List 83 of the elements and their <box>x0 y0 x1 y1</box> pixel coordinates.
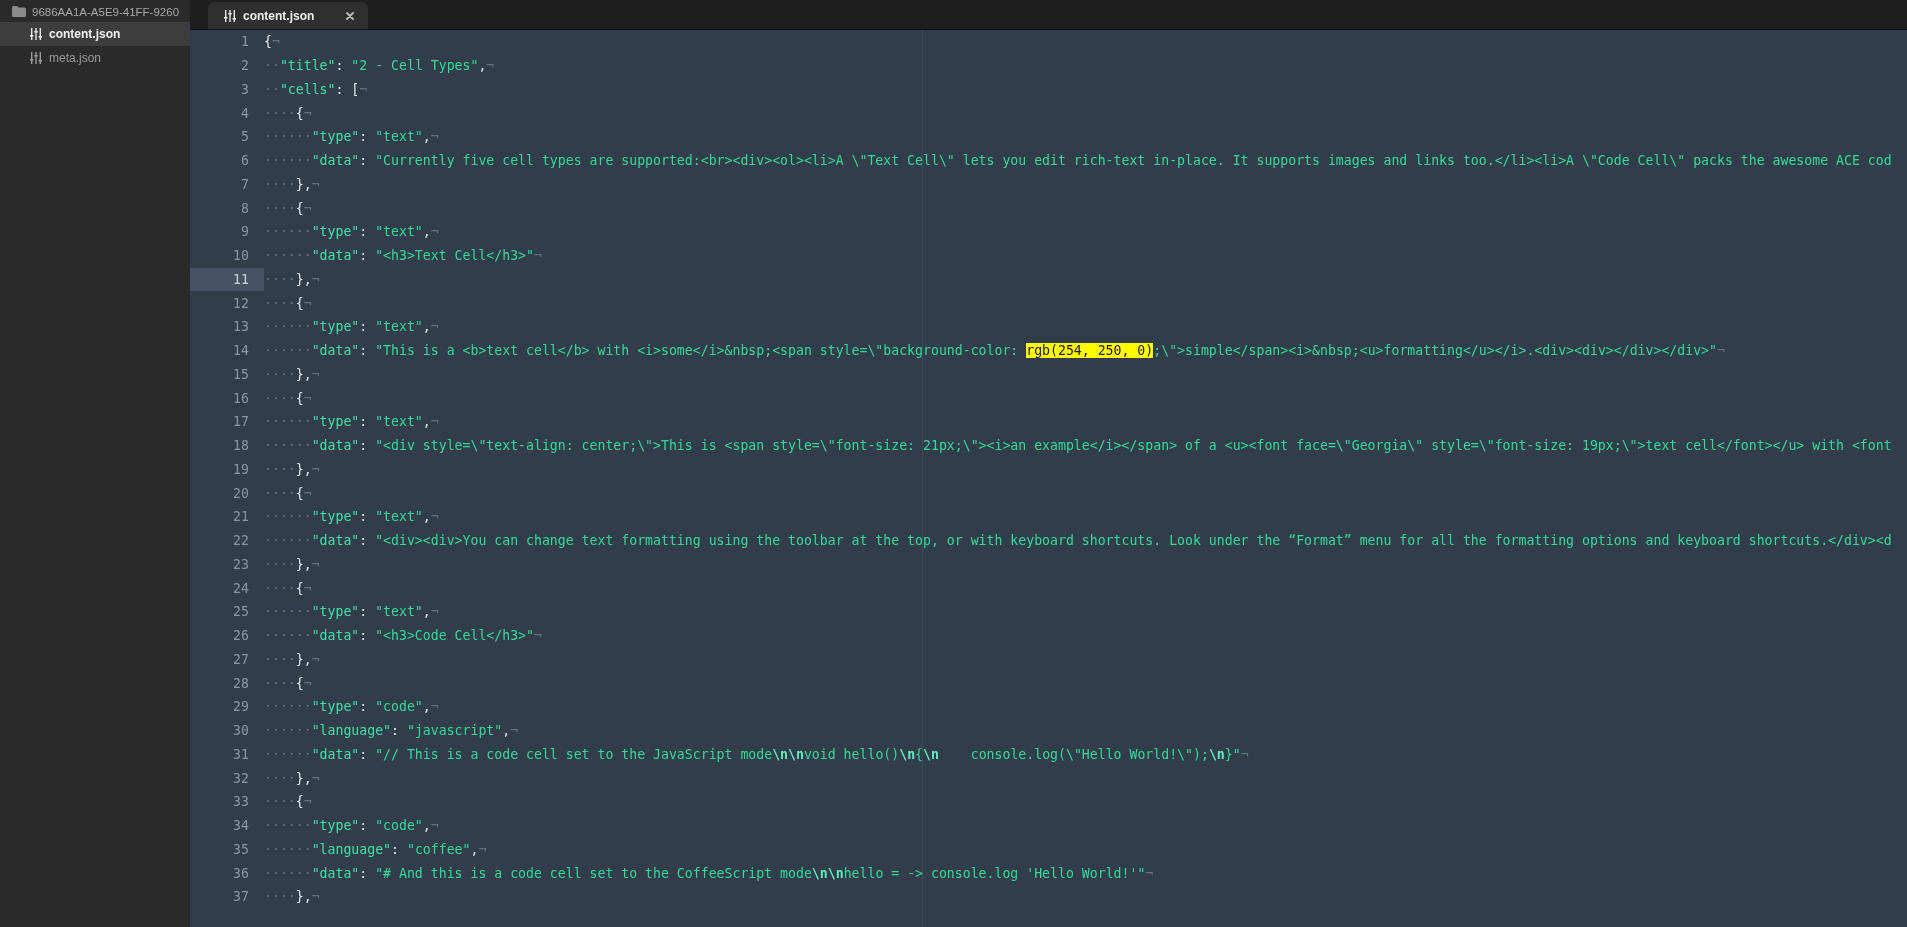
code-line: ····{¬ <box>264 794 312 810</box>
code-line: ······"language": "javascript",¬ <box>264 723 519 739</box>
line-number: 5 <box>240 128 250 147</box>
line-number: 10 <box>232 247 250 266</box>
line-number: 27 <box>232 650 250 669</box>
sliders-icon <box>30 52 42 64</box>
code-line: ····},¬ <box>264 271 320 287</box>
code-line: ····{¬ <box>264 390 312 406</box>
line-number: 16 <box>232 389 250 408</box>
code-line: {¬ <box>264 34 280 50</box>
line-number: 9 <box>240 223 250 242</box>
code-line: ··"title": "2 - Cell Types",¬ <box>264 58 495 74</box>
line-number: 22 <box>232 532 250 551</box>
code-line: ····},¬ <box>264 461 320 477</box>
line-number: 28 <box>232 674 250 693</box>
line-number: 6 <box>240 152 250 171</box>
line-number: 34 <box>232 817 250 836</box>
line-number: 3 <box>240 80 250 99</box>
code-line: ······"data": "This is a <b>text cell</b> with <i>some</i>&nbsp;<span style=\"background-color: rgb(254, 250, 0);\">simple</span><i>&nbsp;<u>formatting</u></i>.<div><div></div></div>"¬ <box>264 343 1725 359</box>
line-number: 13 <box>232 318 250 337</box>
line-number: 29 <box>232 698 250 717</box>
line-number: 24 <box>232 579 250 598</box>
line-number: 4 <box>240 104 250 123</box>
line-number: 35 <box>232 840 250 859</box>
line-number: 23 <box>232 555 250 574</box>
line-number: 36 <box>232 864 250 883</box>
code-line: ······"type": "code",¬ <box>264 818 439 834</box>
line-number: 19 <box>232 460 250 479</box>
code-line: ······"data": "# And this is a code cell set to the CoffeeScript mode\n\nhello = -> console.log 'Hello World!'"¬ <box>264 865 1154 881</box>
code-line: ······"data": "<div><div>You can change text formatting using the toolbar at the top, or with keyboard shortcuts. Look under the “Format” menu for all the formatting options and keyboard shortcuts.</div><d <box>264 533 1892 549</box>
code-line: ······"type": "text",¬ <box>264 414 439 430</box>
code-line: ····},¬ <box>264 366 320 382</box>
code-line: ····{¬ <box>264 200 312 216</box>
line-number: 14 <box>232 342 250 361</box>
line-number: 25 <box>232 603 250 622</box>
sliders-icon <box>30 28 42 40</box>
code-line: ····{¬ <box>264 485 312 501</box>
code-line: ······"type": "code",¬ <box>264 699 439 715</box>
line-number: 17 <box>232 413 250 432</box>
code-line: ····{¬ <box>264 580 312 596</box>
code-line: ······"type": "text",¬ <box>264 509 439 525</box>
code-line: ······"data": "// This is a code cell set to the JavaScript mode\n\nvoid hello()\n{\n console.log(\"Hello World!\");\n}"¬ <box>264 746 1249 762</box>
code-line: ····{¬ <box>264 295 312 311</box>
line-number: 12 <box>232 294 250 313</box>
code-line: ··"cells": [¬ <box>264 81 368 97</box>
code-line: ······"data": "Currently five cell types are supported:<br><div><ol><li>A \"Text Cell\" lets you edit rich-text in-place. It supports images and links too.</li><li>A \"Code Cell\" packs the awesome ACE cod <box>264 153 1892 169</box>
code-line: ······"type": "text",¬ <box>264 604 439 620</box>
line-number: 1 <box>240 33 250 52</box>
code-line: ····},¬ <box>264 770 320 786</box>
code-line: ······"language": "coffee",¬ <box>264 841 487 857</box>
code-line: ······"type": "text",¬ <box>264 224 439 240</box>
line-number: 8 <box>240 199 250 218</box>
close-icon[interactable] <box>346 11 354 20</box>
line-number: 11 <box>190 267 264 292</box>
folder-icon <box>12 6 26 17</box>
line-number: 21 <box>232 508 250 527</box>
line-number: 15 <box>232 365 250 384</box>
code-line: ······"data": "<h3>Text Cell</h3>"¬ <box>264 248 542 264</box>
line-number: 18 <box>232 437 250 456</box>
line-number: 32 <box>232 769 250 788</box>
code-line: ······"type": "text",¬ <box>264 319 439 335</box>
file-item[interactable]: meta.json <box>0 46 190 70</box>
folder-name[interactable]: 9686AA1A-A5E9-41FF-9260 <box>32 5 180 18</box>
line-number: 33 <box>232 793 250 812</box>
code-line: ······"data": "<div style=\"text-align: center;\">This is <span style=\"font-size: 21px;\"><i>an example</i></span> of a <u><font face=\"Georgia\" style=\"font-size: 19px;\">text cell</font></u> with <font <box>264 438 1892 454</box>
line-number: 31 <box>232 745 250 764</box>
code-line: ····{¬ <box>264 105 312 121</box>
file-item[interactable]: content.json <box>0 22 190 46</box>
line-number: 20 <box>232 484 250 503</box>
code-line: ······"type": "text",¬ <box>264 129 439 145</box>
code-line: ····{¬ <box>264 675 312 691</box>
code-line: ····},¬ <box>264 556 320 572</box>
line-number: 37 <box>232 888 250 907</box>
code-line: ······"data": "<h3>Code Cell</h3>"¬ <box>264 628 542 644</box>
code-line: ····},¬ <box>264 889 320 905</box>
code-line: ····},¬ <box>264 176 320 192</box>
line-number: 30 <box>232 722 250 741</box>
line-number: 2 <box>240 57 250 76</box>
sliders-icon <box>224 9 236 22</box>
file-tab[interactable]: content.json <box>208 2 368 29</box>
line-number: 26 <box>232 627 250 646</box>
line-number: 7 <box>240 175 250 194</box>
code-line: ····},¬ <box>264 651 320 667</box>
